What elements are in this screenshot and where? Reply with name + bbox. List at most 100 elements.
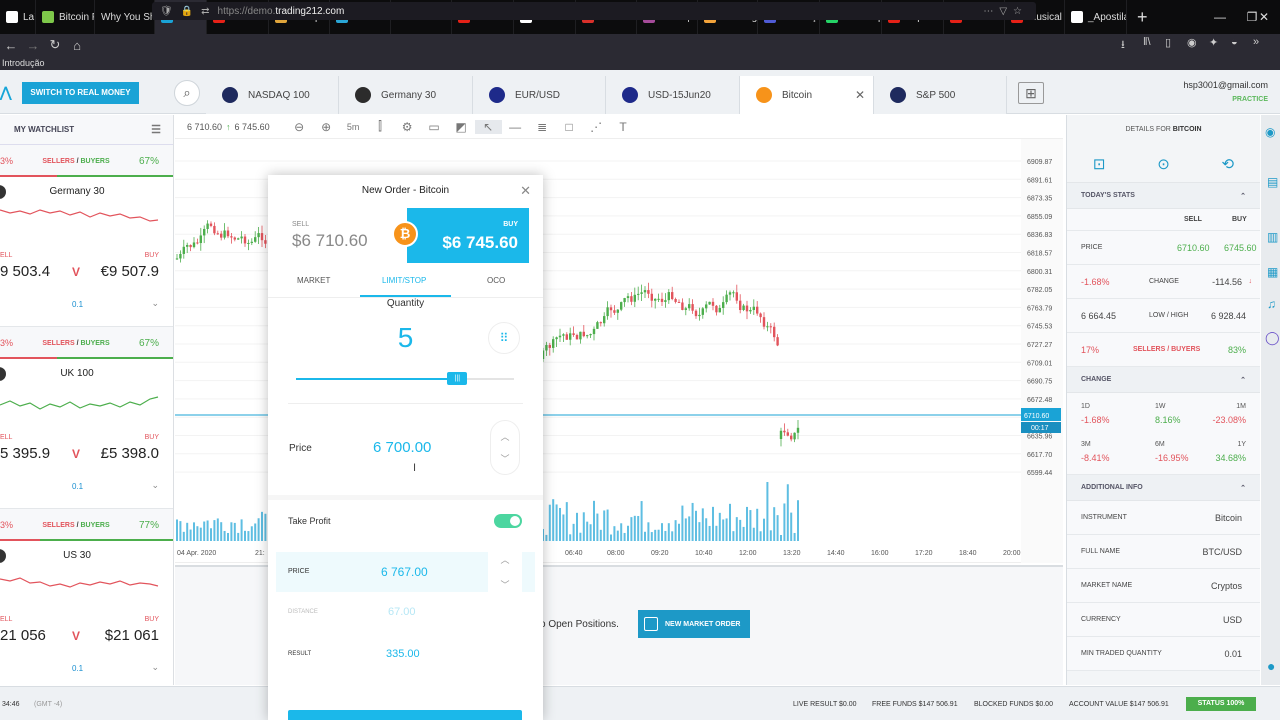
close-icon[interactable]: ✕ <box>855 88 865 102</box>
panel-calculator-icon[interactable]: ▦ <box>1267 265 1278 279</box>
candles-icon[interactable]: ⫿ <box>367 119 394 134</box>
close-window-icon[interactable]: ✕ <box>1248 0 1280 34</box>
chevron-down-icon[interactable]: ⌄ <box>151 662 159 673</box>
chevron-down-icon[interactable]: ⌄ <box>151 480 159 491</box>
collapse-icon[interactable]: ⌃ <box>1240 484 1246 492</box>
increment-icon[interactable]: ︿ <box>490 553 520 566</box>
browser-tab[interactable]: Bitcoin P <box>36 0 95 34</box>
home-icon[interactable]: ⌂ <box>66 38 88 53</box>
price-stepper[interactable]: ︿ ﹀ <box>490 420 520 475</box>
take-profit-toggle[interactable] <box>494 514 522 528</box>
sell-price-button[interactable]: $6 710.60 <box>292 231 368 251</box>
instrument-tab[interactable]: NASDAQ 100 <box>206 76 339 114</box>
instrument-tab[interactable]: EUR/USD <box>473 76 606 114</box>
switch-real-money-button[interactable]: SWITCH TO REAL MONEY <box>22 82 139 104</box>
increment-icon[interactable]: ︿ <box>491 430 519 443</box>
folder-icon[interactable]: ▭ <box>421 120 448 134</box>
decrement-icon[interactable]: ﹀ <box>491 452 519 465</box>
watchlist-card[interactable]: US 30 ELL BUY 21 056 V $21 061 0.1 ⌄ <box>0 541 173 685</box>
watchlist-card[interactable]: Germany 30 ELL BUY 9 503.4 V €9 507.9 0.1 ⌄ <box>0 177 173 327</box>
instrument-tab[interactable]: Bitcoin ✕ <box>740 76 874 114</box>
bookmark-item[interactable]: Introdução <box>2 58 45 68</box>
instrument-tab[interactable]: S&P 500 <box>874 76 1007 114</box>
fibonacci-tool-icon[interactable]: ≣ <box>529 120 556 134</box>
indicators-icon[interactable]: ◩ <box>448 120 475 134</box>
status-badge[interactable]: STATUS 100% <box>1186 697 1256 711</box>
quantity-value[interactable]: 0.1 <box>72 300 83 309</box>
tab-limit-stop[interactable]: LIMIT/STOP <box>382 276 426 285</box>
quantity-value[interactable]: 0.1 <box>72 664 83 673</box>
tp-price-stepper[interactable]: ︿ ﹀ <box>490 550 520 595</box>
browser-tab[interactable]: _Apostila <box>1065 0 1127 34</box>
take-profit-price-row[interactable]: PRICE 6 767.00 <box>276 552 488 592</box>
url-input[interactable]: 🛡 🔒 ⇄ https://demo.trading212.com ⋯▽☆ <box>152 2 1036 20</box>
instrument-tab[interactable]: Germany 30 <box>339 76 473 114</box>
extension-2-icon[interactable]: ◒ <box>1231 36 1238 48</box>
sell-price-button[interactable]: 21 056 <box>0 627 46 644</box>
zoom-in-icon[interactable]: ⊕ <box>313 120 340 134</box>
tp-price-input[interactable]: 6 767.00 <box>381 565 428 579</box>
close-icon[interactable]: ✕ <box>520 183 531 199</box>
tab-market[interactable]: MARKET <box>297 276 330 285</box>
buy-price-button[interactable]: £5 398.0 <box>101 445 159 462</box>
add-schedule-icon[interactable]: ⟲ <box>1222 155 1235 173</box>
browser-tab[interactable]: Why You Sho <box>95 0 155 34</box>
additional-info-header[interactable]: ADDITIONAL INFO ⌃ <box>1067 475 1260 501</box>
panel-community-icon[interactable]: ◯ <box>1265 330 1280 346</box>
keypad-icon[interactable]: ⠿ <box>488 322 520 354</box>
panel-details-icon[interactable]: ◉ <box>1265 125 1275 139</box>
tab-oco[interactable]: OCO <box>487 276 505 285</box>
reload-icon[interactable]: ↻ <box>44 37 66 53</box>
quantity-slider[interactable]: ||| <box>296 372 514 385</box>
collapse-icon[interactable]: ⌃ <box>1240 192 1246 200</box>
pattern-tool-icon[interactable]: ⋰ <box>583 120 610 134</box>
forward-icon[interactable]: → <box>22 38 44 53</box>
instrument-tab[interactable]: USD-15Jun20 <box>606 76 740 114</box>
sidebar-icon[interactable]: ▯ <box>1165 36 1171 49</box>
change-section-header[interactable]: CHANGE ⌃ <box>1067 367 1260 393</box>
sell-price-button[interactable]: 5 395.9 <box>0 445 50 462</box>
distance-value[interactable]: 67.00 <box>388 606 416 618</box>
chat-icon[interactable]: ● <box>1267 658 1275 674</box>
library-icon[interactable]: ‖\ <box>1143 36 1151 48</box>
trading212-logo-icon[interactable]: ⋀ <box>0 84 11 101</box>
cursor-tool-icon[interactable]: ↖ <box>474 119 502 134</box>
settings-icon[interactable]: ⚙ <box>394 120 421 134</box>
add-alert-icon[interactable]: ⊡ <box>1093 155 1106 173</box>
sell-price-button[interactable]: 9 503.4 <box>0 263 50 280</box>
watchlist-card[interactable]: UK 100 ELL BUY 5 395.9 V £5 398.0 0.1 ⌄ <box>0 359 173 509</box>
line-tool-icon[interactable]: — <box>502 120 529 134</box>
page-actions-icon[interactable]: ⋯▽☆ <box>983 6 1028 17</box>
price-input[interactable]: 6 700.00 <box>373 439 431 456</box>
panel-alerts-icon[interactable]: ♫ <box>1267 297 1276 311</box>
overflow-icon[interactable]: » <box>1253 36 1259 48</box>
account-icon[interactable]: ◉ <box>1187 36 1197 49</box>
collapse-icon[interactable]: ⌃ <box>1240 376 1246 384</box>
extension-icon[interactable]: ✦ <box>1209 36 1218 49</box>
search-icon[interactable]: ⌕ <box>174 80 200 106</box>
quantity-slider-handle[interactable]: ||| <box>447 372 468 385</box>
buy-button[interactable]: BUY $6 745.60 <box>407 208 529 263</box>
todays-stats-header[interactable]: TODAY'S STATS ⌃ <box>1067 183 1260 209</box>
buy-price-button[interactable]: $21 061 <box>105 627 159 644</box>
add-watch-icon[interactable]: ⊙ <box>1157 155 1170 173</box>
interval-selector[interactable]: 5m <box>340 122 367 132</box>
panel-news-icon[interactable]: ▤ <box>1267 175 1278 189</box>
new-market-order-button[interactable]: NEW MARKET ORDER <box>638 610 750 638</box>
confirm-order-button[interactable] <box>288 710 522 720</box>
buy-price-button[interactable]: €9 507.9 <box>101 263 159 280</box>
new-tab-button[interactable]: + <box>1127 7 1158 28</box>
quantity-value[interactable]: 0.1 <box>72 482 83 491</box>
decrement-icon[interactable]: ﹀ <box>490 578 520 591</box>
account-email[interactable]: hsp3001@gmail.com <box>1183 80 1268 90</box>
panel-calendar-icon[interactable]: ▥ <box>1267 230 1278 244</box>
zoom-out-icon[interactable]: ⊖ <box>286 120 313 134</box>
back-icon[interactable]: ← <box>0 38 22 53</box>
chevron-down-icon[interactable]: ⌄ <box>151 298 159 309</box>
watchlist-menu-icon[interactable]: ☰ <box>151 123 161 136</box>
browser-tab[interactable]: Laís Barb <box>0 0 36 34</box>
rectangle-tool-icon[interactable]: □ <box>556 120 583 134</box>
text-tool-icon[interactable]: T <box>610 120 637 134</box>
layout-grid-icon[interactable]: ⊞ <box>1018 82 1044 104</box>
download-icon[interactable]: ⭳ <box>1121 36 1125 55</box>
